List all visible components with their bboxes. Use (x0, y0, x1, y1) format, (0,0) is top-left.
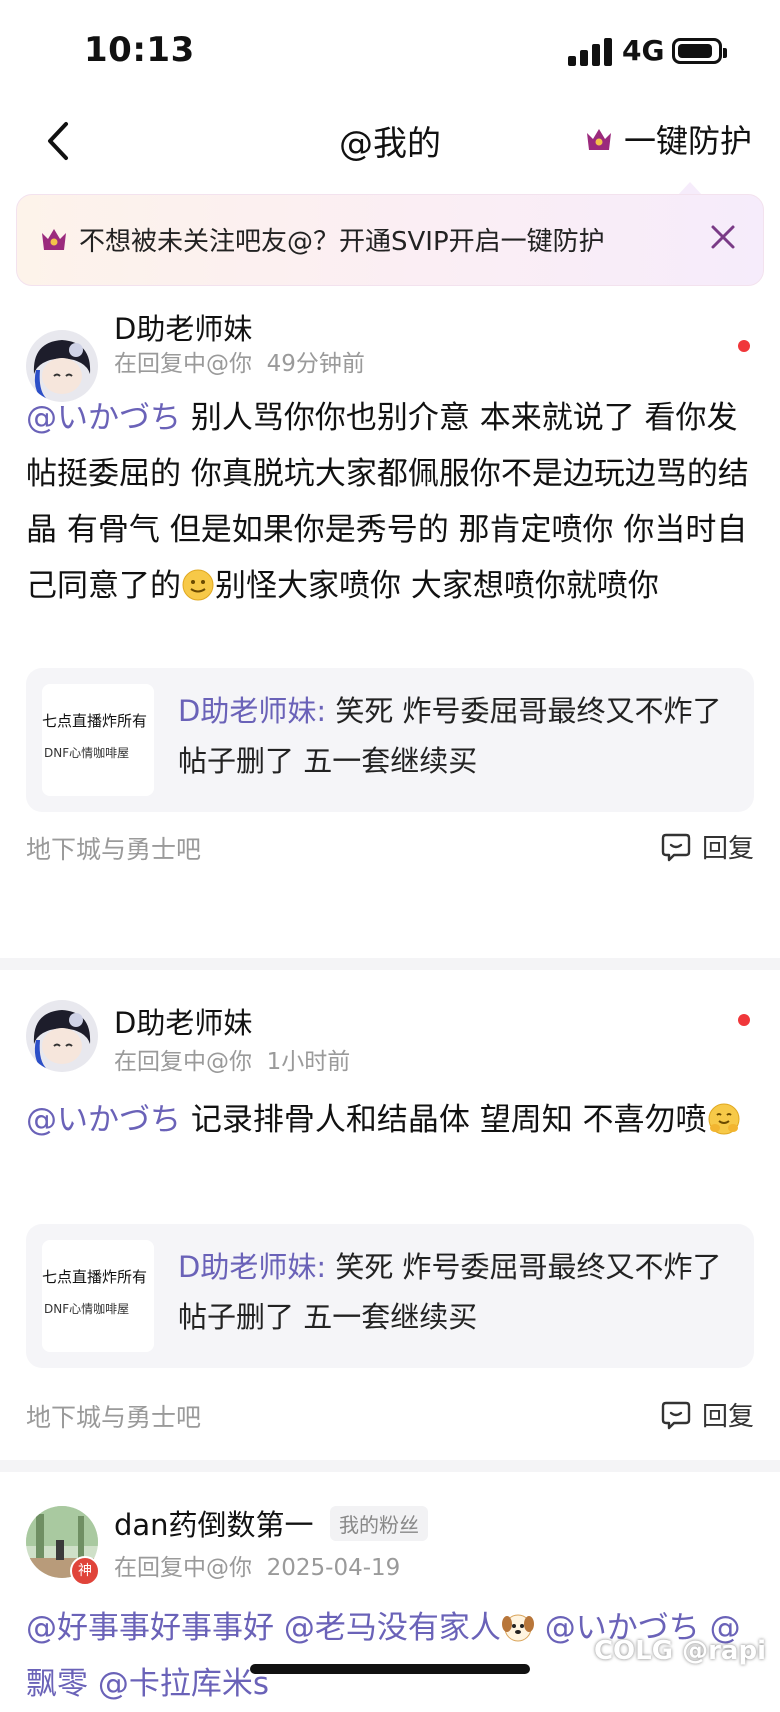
avatar[interactable] (26, 1000, 98, 1072)
post-text: 记录排骨人和结晶体 望周知 不喜勿喷 (181, 1102, 707, 1138)
meta-time: 49分钟前 (266, 351, 365, 377)
section-divider (0, 1460, 780, 1472)
quote-thumbnail: 七点直播炸所有 DNF心情咖啡屋 (42, 684, 154, 796)
close-icon[interactable] (705, 219, 741, 255)
network-label: 4G (622, 34, 665, 67)
mention-link[interactable]: @いかづち (26, 1102, 181, 1138)
hug-emoji-icon (708, 1103, 740, 1135)
post-text-2: 别怪大家喷你 大家想喷你就喷你 (215, 568, 659, 604)
crown-icon (586, 129, 611, 150)
unread-dot (738, 1014, 750, 1026)
meta-time: 2025-04-19 (266, 1555, 401, 1581)
comment-icon (661, 833, 691, 861)
quote-author: D助老师妹: (178, 1250, 327, 1284)
protect-label: 一键防护 (623, 122, 752, 160)
quote-thumbnail: 七点直播炸所有 DNF心情咖啡屋 (42, 1240, 154, 1352)
mention-link[interactable]: @好事事好事事好 (26, 1610, 274, 1646)
quote-author: D助老师妹: (178, 694, 327, 728)
mention-link[interactable]: @いかづち (26, 400, 181, 436)
one-key-protect-button[interactable]: 一键防护 (584, 114, 752, 164)
quoted-post[interactable]: 七点直播炸所有 DNF心情咖啡屋 D助老师妹: 笑死 炸号委屈哥最终又不炸了 帖… (26, 668, 754, 812)
notification-card[interactable]: D助老师妹 在回复中@你 49分钟前 @いかづち 别人骂你你也别介意 本来就说了… (0, 300, 780, 950)
quoted-post[interactable]: 七点直播炸所有 DNF心情咖啡屋 D助老师妹: 笑死 炸号委屈哥最终又不炸了 帖… (26, 1224, 754, 1368)
post-meta: 在回复中@你 2025-04-19 (114, 1548, 400, 1582)
post-body[interactable]: @いかづち 别人骂你你也别介意 本来就说了 看你发帖挺委屈的 你真脱坑大家都佩服… (26, 390, 754, 614)
status-time: 10:13 (84, 30, 195, 70)
username[interactable]: D助老师妹 (114, 1000, 252, 1042)
forum-link[interactable]: 地下城与勇士吧 (26, 830, 201, 866)
svip-banner[interactable]: 不想被未关注吧友@？开通SVIP开启一键防护 (16, 194, 764, 286)
mention-link[interactable]: @老马没有家人 (274, 1610, 501, 1646)
thumb-title: 七点直播炸所有 (42, 1268, 148, 1286)
post-meta: 在回复中@你 49分钟前 (114, 344, 365, 378)
post-body[interactable]: @いかづち 记录排骨人和结晶体 望周知 不喜勿喷 (26, 1092, 754, 1148)
username[interactable]: dan药倒数第一 (114, 1502, 314, 1544)
mention-link[interactable]: @卡拉库米s (88, 1666, 269, 1702)
username[interactable]: D助老师妹 (114, 306, 252, 348)
thumb-subtitle: DNF心情咖啡屋 (44, 746, 130, 760)
forum-link[interactable]: 地下城与勇士吧 (26, 1398, 201, 1434)
meta-prefix: 在回复中@你 (114, 1049, 252, 1075)
meta-prefix: 在回复中@你 (114, 1555, 252, 1581)
meta-prefix: 在回复中@你 (114, 351, 252, 377)
reply-label: 回复 (701, 834, 754, 864)
unread-dot (738, 340, 750, 352)
battery-icon (672, 38, 727, 64)
comment-icon (661, 1401, 691, 1429)
smile-emoji-icon (182, 569, 214, 601)
reply-label: 回复 (701, 1402, 754, 1432)
reply-button[interactable]: 回复 (660, 1396, 754, 1433)
quote-text: D助老师妹: 笑死 炸号委屈哥最终又不炸了 帖子删了 五一套继续买 (178, 686, 738, 786)
dog-emoji-icon (501, 1614, 534, 1642)
fan-badge: 我的粉丝 (330, 1506, 428, 1541)
post-meta: 在回复中@你 1小时前 (114, 1042, 350, 1076)
thumb-subtitle: DNF心情咖啡屋 (44, 1302, 130, 1316)
home-indicator[interactable] (250, 1664, 530, 1674)
god-badge: 神 (70, 1556, 100, 1586)
thumb-title: 七点直播炸所有 (42, 712, 148, 730)
section-divider (0, 958, 780, 970)
crown-icon (42, 229, 66, 250)
notification-card[interactable]: D助老师妹 在回复中@你 1小时前 @いかづち 记录排骨人和结晶体 望周知 不喜… (0, 970, 780, 1450)
watermark: COLG @rapi (593, 1636, 766, 1666)
meta-time: 1小时前 (266, 1049, 351, 1075)
quote-text: D助老师妹: 笑死 炸号委屈哥最终又不炸了 帖子删了 五一套继续买 (178, 1242, 738, 1342)
reply-button[interactable]: 回复 (660, 828, 754, 865)
status-bar: 10:13 4G (0, 0, 780, 100)
nav-bar: @我的 一键防护 (0, 100, 780, 180)
banner-text: 不想被未关注吧友@？开通SVIP开启一键防护 (79, 227, 605, 257)
signal-icon (568, 38, 612, 66)
